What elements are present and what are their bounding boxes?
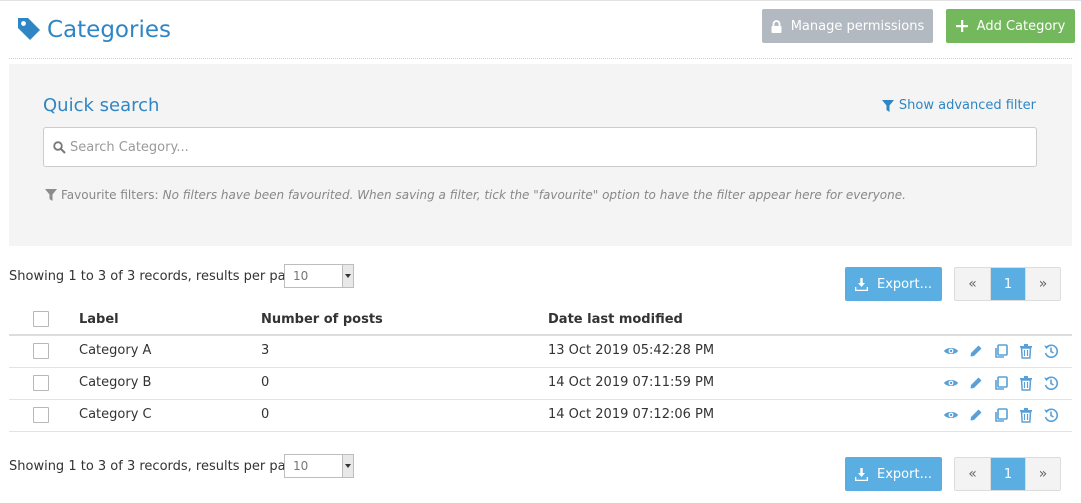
pencil-icon[interactable] — [968, 343, 984, 359]
add-category-label: Add Category — [976, 18, 1066, 34]
results-per-page-select[interactable]: 10 — [284, 264, 354, 288]
post-count: 3 — [261, 343, 270, 358]
post-count: 0 — [261, 375, 270, 390]
history-icon[interactable] — [1043, 343, 1059, 359]
manage-permissions-button[interactable]: Manage permissions — [762, 9, 933, 43]
page-number-button[interactable]: 1 — [990, 268, 1025, 300]
page-header: Categories Manage permissions Add Catego… — [0, 0, 1081, 56]
pager-top: Showing 1 to 3 of 3 records, results per… — [0, 263, 1081, 301]
column-header-date-modified[interactable]: Date last modified — [548, 312, 683, 327]
last-page-button[interactable]: » — [1025, 268, 1060, 300]
favourite-filters-text: No filters have been favourited. When sa… — [162, 188, 906, 202]
page-number-button[interactable]: 1 — [990, 458, 1025, 490]
download-icon — [855, 467, 869, 481]
category-label: Category C — [79, 407, 152, 422]
date-last-modified: 13 Oct 2019 05:42:28 PM — [548, 343, 715, 358]
date-last-modified: 14 Oct 2019 07:11:59 PM — [548, 375, 715, 390]
records-summary: Showing 1 to 3 of 3 records, results per… — [9, 269, 307, 284]
plus-icon — [955, 20, 968, 32]
show-advanced-filter-link[interactable]: Show advanced filter — [881, 98, 1036, 113]
post-count: 0 — [261, 407, 270, 422]
row-checkbox[interactable] — [33, 343, 49, 359]
export-button[interactable]: Export... — [845, 267, 942, 301]
favourite-filters-label: Favourite filters: — [61, 188, 159, 202]
export-label: Export... — [877, 276, 932, 292]
dropdown-arrow-icon — [342, 265, 353, 287]
search-icon — [53, 140, 66, 154]
add-category-button[interactable]: Add Category — [946, 9, 1075, 43]
search-input[interactable] — [70, 139, 1010, 155]
history-icon[interactable] — [1043, 375, 1059, 391]
dropdown-arrow-icon — [342, 455, 353, 477]
download-icon — [855, 277, 869, 291]
results-per-page-select[interactable]: 10 — [284, 454, 354, 478]
pencil-icon[interactable] — [968, 407, 984, 423]
history-icon[interactable] — [1043, 407, 1059, 423]
results-per-page-value: 10 — [293, 459, 309, 473]
column-header-posts[interactable]: Number of posts — [261, 312, 383, 327]
copy-icon[interactable] — [993, 407, 1009, 423]
pencil-icon[interactable] — [968, 375, 984, 391]
records-summary: Showing 1 to 3 of 3 records, results per… — [9, 459, 307, 474]
favourite-filters: Favourite filters: No filters have been … — [45, 188, 906, 202]
filter-icon — [45, 189, 57, 201]
row-checkbox[interactable] — [33, 407, 49, 423]
tag-icon — [16, 16, 42, 42]
first-page-button[interactable]: « — [955, 268, 990, 300]
last-page-button[interactable]: » — [1025, 458, 1060, 490]
table-header: Label Number of posts Date last modified — [9, 305, 1072, 336]
manage-permissions-label: Manage permissions — [790, 18, 925, 34]
export-label: Export... — [877, 466, 932, 482]
filter-icon — [881, 99, 894, 112]
trash-icon[interactable] — [1018, 407, 1034, 423]
pagination: « 1 » — [954, 267, 1061, 301]
results-per-page-value: 10 — [293, 269, 309, 283]
eye-icon[interactable] — [943, 407, 959, 423]
quick-search-title: Quick search — [43, 95, 160, 116]
header-divider — [9, 58, 1072, 59]
table-row: Category A 3 13 Oct 2019 05:42:28 PM — [9, 336, 1072, 368]
table-row: Category C 0 14 Oct 2019 07:12:06 PM — [9, 400, 1072, 432]
date-last-modified: 14 Oct 2019 07:12:06 PM — [548, 407, 715, 422]
select-all-checkbox[interactable] — [33, 311, 49, 327]
copy-icon[interactable] — [993, 375, 1009, 391]
categories-table: Label Number of posts Date last modified… — [9, 305, 1072, 432]
quick-search-panel: Quick search Show advanced filter Favour… — [9, 64, 1072, 246]
eye-icon[interactable] — [943, 375, 959, 391]
copy-icon[interactable] — [993, 343, 1009, 359]
row-actions — [943, 407, 1059, 423]
category-label: Category B — [79, 375, 152, 390]
pagination: « 1 » — [954, 457, 1061, 491]
search-field[interactable] — [43, 127, 1037, 167]
trash-icon[interactable] — [1018, 375, 1034, 391]
first-page-button[interactable]: « — [955, 458, 990, 490]
show-advanced-filter-label: Show advanced filter — [898, 98, 1036, 113]
category-label: Category A — [79, 343, 152, 358]
row-actions — [943, 375, 1059, 391]
trash-icon[interactable] — [1018, 343, 1034, 359]
column-header-label[interactable]: Label — [79, 312, 119, 327]
export-button[interactable]: Export... — [845, 457, 942, 491]
page-title: Categories — [47, 17, 171, 43]
row-checkbox[interactable] — [33, 375, 49, 391]
row-actions — [943, 343, 1059, 359]
pager-bottom: Showing 1 to 3 of 3 records, results per… — [0, 453, 1081, 491]
lock-icon — [771, 19, 782, 33]
eye-icon[interactable] — [943, 343, 959, 359]
table-row: Category B 0 14 Oct 2019 07:11:59 PM — [9, 368, 1072, 400]
